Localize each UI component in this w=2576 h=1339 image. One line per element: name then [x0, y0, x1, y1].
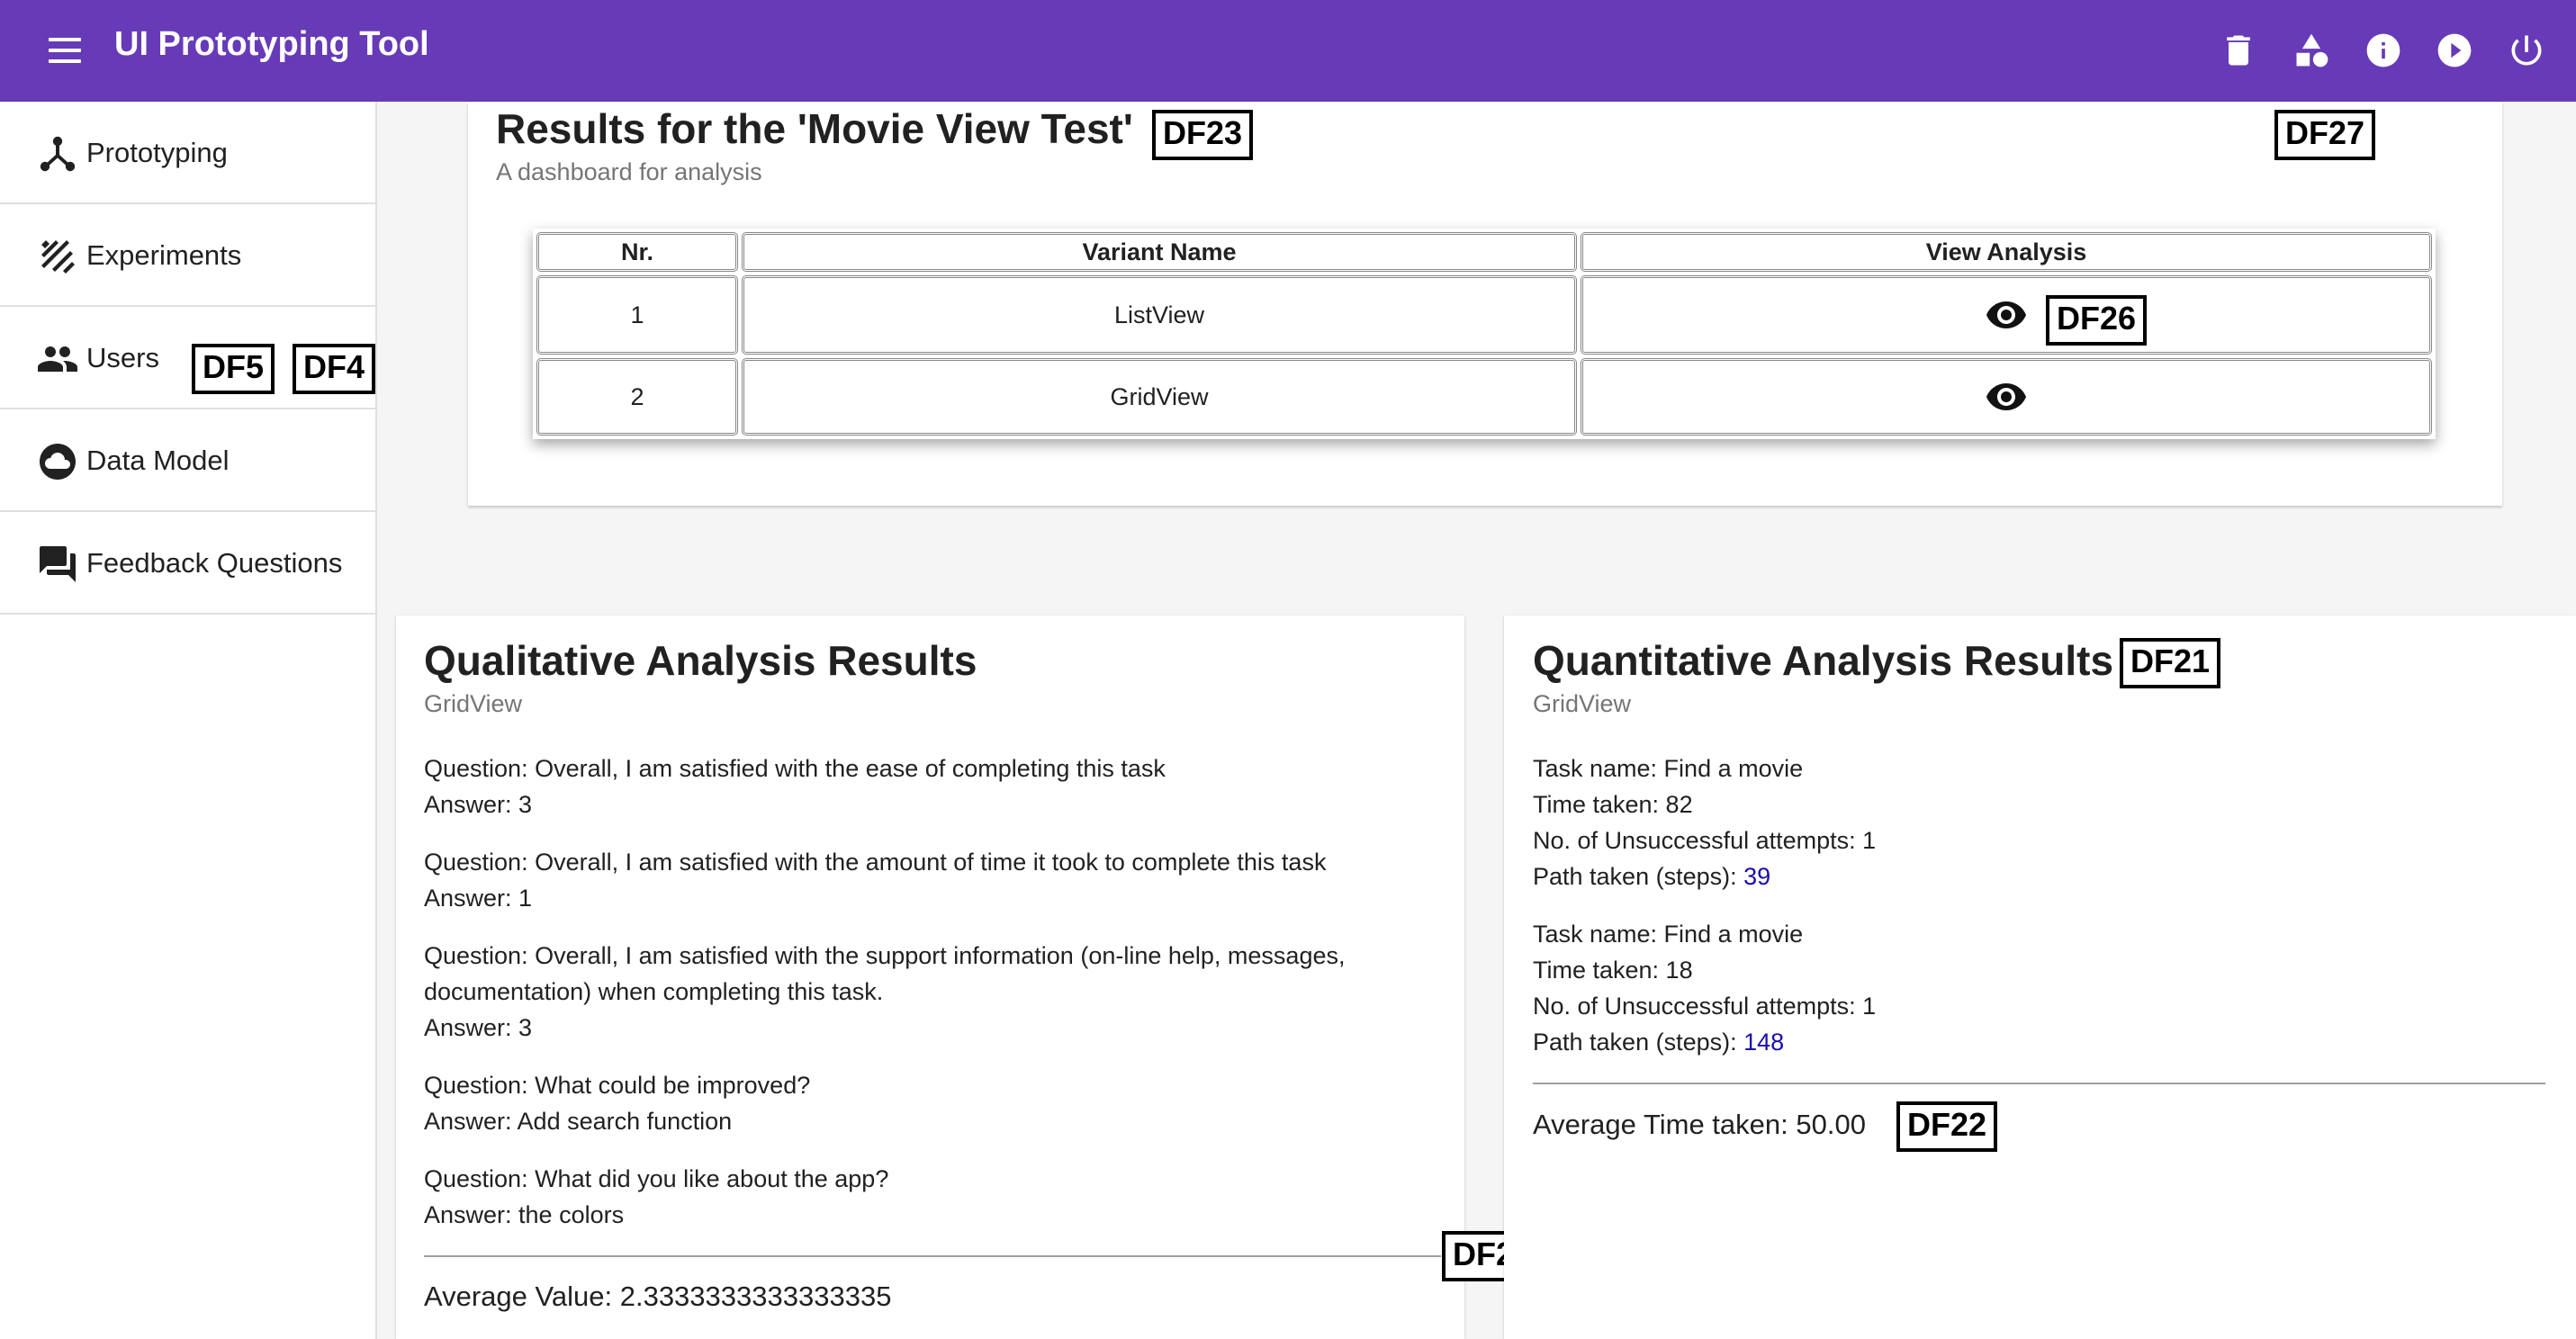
eye-icon[interactable] — [1985, 375, 2028, 418]
sidebar-item-prototyping[interactable]: Prototyping — [0, 102, 375, 204]
question-text: Question: Overall, I am satisfied with t… — [424, 755, 1166, 782]
table-cell-nr: 1 — [536, 275, 738, 355]
qualitative-subtitle: GridView — [424, 690, 523, 717]
quantitative-subtitle: GridView — [1533, 690, 1632, 717]
tag-df27: DF27 — [2274, 110, 2376, 160]
table-header-variant: Variant Name — [742, 232, 1577, 272]
eye-icon[interactable] — [1985, 293, 2028, 337]
table-cell-variant: ListView — [742, 275, 1577, 355]
question-text-continued: documentation) when completing this task… — [424, 978, 884, 1005]
question-text: Question: What could be improved? — [424, 1072, 811, 1099]
sidebar-item-label: Feedback Questions — [86, 547, 343, 579]
table-cell-variant: GridView — [742, 358, 1577, 436]
sidebar-item-label: Experiments — [86, 239, 242, 271]
time-taken: Time taken: 18 — [1533, 957, 1693, 984]
power-icon[interactable] — [2501, 25, 2552, 76]
path-taken-label: Path taken (steps): — [1533, 1029, 1744, 1056]
delete-icon[interactable] — [2213, 25, 2264, 76]
cloud-icon — [36, 440, 79, 483]
answer-text: Answer: 1 — [424, 885, 533, 912]
answer-text: Answer: 3 — [424, 1014, 533, 1041]
quantitative-title: Quantitative Analysis Results — [1533, 637, 2114, 684]
tag-df26: DF26 — [2046, 295, 2148, 346]
path-taken-label: Path taken (steps): — [1533, 863, 1744, 890]
hub-icon — [36, 132, 79, 175]
table-header-nr: Nr. — [536, 232, 738, 272]
question-text: Question: Overall, I am satisfied with t… — [424, 849, 1327, 876]
tag-df21: DF21 — [2120, 638, 2221, 688]
sidebar: Prototyping Experiments Users Data Model… — [0, 102, 377, 1339]
results-title: Results for the 'Movie View Test' — [496, 105, 1133, 152]
time-taken: Time taken: 82 — [1533, 791, 1693, 818]
results-subtitle: A dashboard for analysis — [496, 158, 762, 185]
path-steps-link[interactable]: 148 — [1743, 1029, 1784, 1056]
answer-text: Answer: 3 — [424, 791, 533, 818]
tag-df22: DF22 — [1896, 1101, 1998, 1152]
table-cell-nr: 2 — [536, 358, 738, 436]
table-cell-view — [1581, 275, 2432, 355]
shapes-icon[interactable] — [2286, 25, 2337, 76]
path-taken: Path taken (steps): 148 — [1533, 1024, 1784, 1060]
question-text: Question: Overall, I am satisfied with t… — [424, 942, 1346, 969]
people-icon — [36, 337, 79, 381]
experiments-icon — [36, 235, 79, 278]
menu-icon[interactable] — [43, 31, 86, 70]
qualitative-title: Qualitative Analysis Results — [424, 637, 977, 684]
sidebar-item-data-model[interactable]: Data Model — [0, 409, 375, 512]
divider — [424, 1255, 1441, 1257]
app-bar: UI Prototyping Tool — [0, 0, 2576, 102]
task-name: Task name: Find a movie — [1533, 755, 1804, 782]
path-taken: Path taken (steps): 39 — [1533, 858, 1770, 894]
info-icon[interactable] — [2358, 25, 2409, 76]
path-steps-link[interactable]: 39 — [1743, 863, 1770, 890]
sidebar-item-label: Data Model — [86, 445, 230, 476]
divider — [1533, 1083, 2545, 1084]
tag-df5: DF5 — [192, 344, 275, 394]
average-value: Average Value: 2.3333333333333335 — [424, 1281, 892, 1312]
average-time: Average Time taken: 50.00 — [1533, 1109, 1866, 1140]
sidebar-item-feedback-questions[interactable]: Feedback Questions — [0, 512, 375, 615]
unsuccessful-attempts: No. of Unsuccessful attempts: 1 — [1533, 993, 1877, 1020]
app-title: UI Prototyping Tool — [114, 25, 429, 63]
unsuccessful-attempts: No. of Unsuccessful attempts: 1 — [1533, 827, 1877, 854]
sidebar-item-label: Prototyping — [86, 137, 228, 168]
task-name: Task name: Find a movie — [1533, 921, 1804, 948]
table-cell-view — [1581, 358, 2432, 436]
table-header-view: View Analysis — [1581, 232, 2432, 272]
tag-df4: DF4 — [293, 344, 376, 394]
question-text: Question: What did you like about the ap… — [424, 1165, 889, 1192]
sidebar-item-label: Users — [86, 342, 159, 373]
variants-table: Nr. Variant Name View Analysis 1 ListVie… — [533, 229, 2436, 439]
sidebar-item-experiments[interactable]: Experiments — [0, 204, 375, 307]
answer-text: Answer: the colors — [424, 1201, 625, 1228]
forum-icon — [36, 543, 79, 586]
play-icon[interactable] — [2429, 25, 2480, 76]
tag-df23: DF23 — [1152, 110, 1254, 160]
answer-text: Answer: Add search function — [424, 1108, 733, 1135]
